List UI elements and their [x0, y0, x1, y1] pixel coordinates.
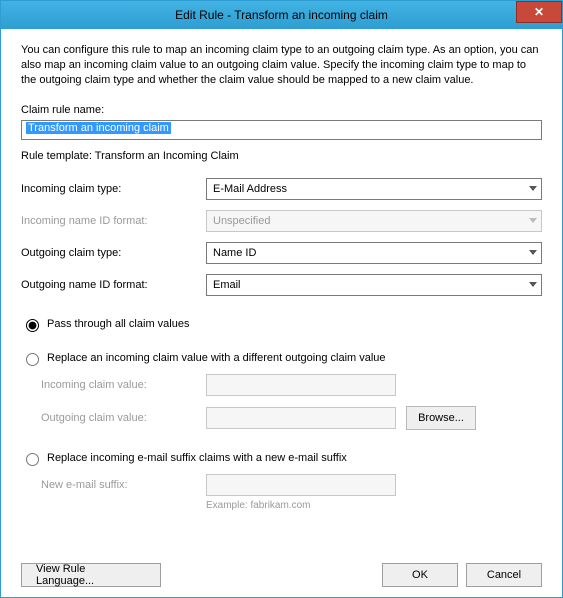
radio-replace-suffix[interactable]: Replace incoming e-mail suffix claims wi… [21, 450, 542, 466]
new-email-suffix-input [206, 474, 396, 496]
browse-button-label: Browse... [418, 412, 464, 424]
view-rule-language-button[interactable]: View Rule Language... [21, 563, 161, 587]
claim-rule-name-label: Claim rule name: [21, 104, 542, 116]
outgoing-claim-type-value: Name ID [213, 247, 256, 259]
radio-replace-value-label: Replace an incoming claim value with a d… [47, 352, 386, 364]
incoming-claim-value-input [206, 374, 396, 396]
ok-button[interactable]: OK [382, 563, 458, 587]
cancel-button-label: Cancel [487, 569, 521, 581]
outgoing-nameid-format-select[interactable]: Email [206, 274, 542, 296]
claim-rule-name-value: Transform an incoming claim [26, 122, 171, 134]
radio-replace-suffix-label: Replace incoming e-mail suffix claims wi… [47, 452, 347, 464]
outgoing-claim-type-label: Outgoing claim type: [21, 247, 206, 259]
dialog-window: Edit Rule - Transform an incoming claim … [0, 0, 563, 598]
radio-replace-value-input[interactable] [26, 353, 39, 366]
chevron-down-icon [529, 186, 537, 191]
claim-rule-name-input[interactable]: Transform an incoming claim [21, 120, 542, 140]
radio-replace-value[interactable]: Replace an incoming claim value with a d… [21, 350, 542, 366]
incoming-claim-type-value: E-Mail Address [213, 183, 287, 195]
rule-template-text: Rule template: Transform an Incoming Cla… [21, 150, 542, 162]
outgoing-claim-value-input [206, 407, 396, 429]
cancel-button[interactable]: Cancel [466, 563, 542, 587]
chevron-down-icon [529, 282, 537, 287]
close-button[interactable]: ✕ [516, 1, 562, 23]
outgoing-nameid-format-label: Outgoing name ID format: [21, 279, 206, 291]
incoming-nameid-format-select: Unspecified [206, 210, 542, 232]
window-title: Edit Rule - Transform an incoming claim [175, 8, 388, 22]
close-icon: ✕ [534, 5, 544, 19]
dialog-footer: View Rule Language... OK Cancel [21, 555, 542, 587]
radio-passthrough-input[interactable] [26, 319, 39, 332]
dialog-content: You can configure this rule to map an in… [1, 29, 562, 597]
radio-passthrough[interactable]: Pass through all claim values [21, 316, 542, 332]
titlebar: Edit Rule - Transform an incoming claim … [1, 1, 562, 29]
outgoing-nameid-format-value: Email [213, 279, 241, 291]
radio-replace-suffix-input[interactable] [26, 453, 39, 466]
view-rule-language-label: View Rule Language... [36, 563, 146, 587]
incoming-claim-value-label: Incoming claim value: [41, 379, 206, 391]
suffix-example-text: Example: fabrikam.com [206, 500, 542, 511]
chevron-down-icon [529, 250, 537, 255]
incoming-claim-type-label: Incoming claim type: [21, 183, 206, 195]
incoming-claim-type-select[interactable]: E-Mail Address [206, 178, 542, 200]
outgoing-claim-value-label: Outgoing claim value: [41, 412, 206, 424]
ok-button-label: OK [412, 569, 428, 581]
intro-text: You can configure this rule to map an in… [21, 43, 542, 88]
chevron-down-icon [529, 218, 537, 223]
incoming-nameid-format-value: Unspecified [213, 215, 270, 227]
incoming-nameid-format-label: Incoming name ID format: [21, 215, 206, 227]
radio-passthrough-label: Pass through all claim values [47, 318, 189, 330]
new-email-suffix-label: New e-mail suffix: [41, 479, 206, 491]
browse-button[interactable]: Browse... [406, 406, 476, 430]
outgoing-claim-type-select[interactable]: Name ID [206, 242, 542, 264]
